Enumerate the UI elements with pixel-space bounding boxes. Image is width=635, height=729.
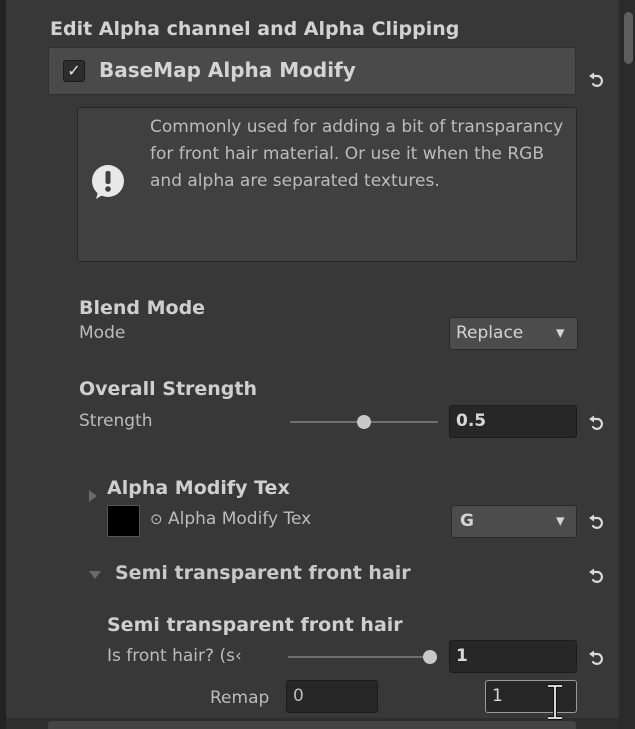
mode-label: Mode xyxy=(79,323,126,343)
scrollbar-thumb[interactable] xyxy=(624,12,633,64)
help-text: Commonly used for adding a bit of transp… xyxy=(150,117,564,191)
reset-icon[interactable] xyxy=(586,512,606,532)
front-hair-slider-knob[interactable] xyxy=(423,650,437,664)
front-hair-field[interactable]: 1 xyxy=(449,640,577,673)
reset-icon[interactable] xyxy=(586,648,606,668)
channel-dropdown[interactable]: G ▾ xyxy=(451,505,577,538)
remap-min-field[interactable]: 0 xyxy=(286,680,378,713)
triangle-down-icon[interactable] xyxy=(89,571,101,579)
alpha-modify-tex-heading: Alpha Modify Tex xyxy=(107,477,290,499)
reset-icon[interactable] xyxy=(586,566,606,586)
front-hair-heading: Semi transparent front hair xyxy=(107,614,403,636)
basemap-alpha-modify-checkbox[interactable]: ✓ xyxy=(63,60,85,82)
text-cursor-icon xyxy=(548,684,562,720)
strength-label: Strength xyxy=(79,411,153,431)
chevron-down-icon: ▾ xyxy=(556,323,565,343)
blend-mode-value: Replace xyxy=(456,323,524,343)
remap-label: Remap xyxy=(210,688,270,708)
overall-strength-heading: Overall Strength xyxy=(79,378,258,400)
object-picker-icon[interactable]: ⊙ xyxy=(150,510,163,528)
texture-slot[interactable] xyxy=(107,505,140,537)
scrollbar[interactable] xyxy=(619,0,635,729)
basemap-alpha-modify-label: BaseMap Alpha Modify xyxy=(99,58,356,82)
is-front-hair-label: Is front hair? (s‹ xyxy=(107,646,242,666)
blend-mode-dropdown[interactable]: Replace ▾ xyxy=(449,317,578,350)
strength-slider-knob[interactable] xyxy=(357,415,371,429)
chevron-down-icon: ▾ xyxy=(556,511,565,531)
alpha-modify-tex-label: Alpha Modify Tex xyxy=(168,509,312,529)
next-section-header xyxy=(48,721,576,729)
front-hair-slider-track[interactable] xyxy=(288,656,430,658)
section-title: Edit Alpha channel and Alpha Clipping xyxy=(50,18,460,40)
blend-mode-heading: Blend Mode xyxy=(79,297,206,319)
reset-icon[interactable] xyxy=(586,70,606,90)
strength-field[interactable]: 0.5 xyxy=(449,405,577,438)
exclamation-bubble-icon xyxy=(92,165,124,199)
triangle-right-icon[interactable] xyxy=(89,490,97,502)
reset-icon[interactable] xyxy=(586,413,606,433)
semi-transparent-foldout[interactable]: Semi transparent front hair xyxy=(115,562,411,584)
left-edge xyxy=(0,0,6,729)
channel-value: G xyxy=(460,511,474,531)
